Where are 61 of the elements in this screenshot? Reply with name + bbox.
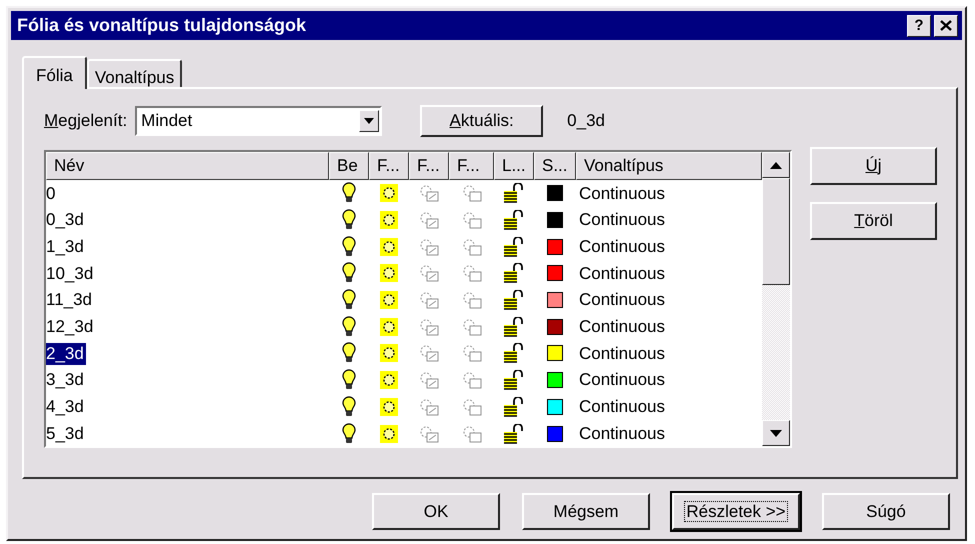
color-swatch[interactable] <box>547 345 563 362</box>
tab[interactable]: Fólia <box>22 56 87 89</box>
table-cell-text: 0_3d <box>46 209 85 232</box>
column-header[interactable]: Be <box>329 152 369 180</box>
table-cell-text: Continuous <box>578 262 666 285</box>
dialog-button[interactable]: OK <box>372 493 500 530</box>
color-swatch[interactable] <box>547 318 563 335</box>
color-swatch[interactable] <box>547 426 563 442</box>
scrollbar[interactable] <box>762 152 790 446</box>
dialog-button[interactable]: Mégsem <box>522 493 650 530</box>
close-icon <box>940 20 952 31</box>
table-cell-text: 0 <box>46 182 56 205</box>
arrow-down-icon <box>770 430 782 436</box>
color-swatch[interactable] <box>547 398 563 415</box>
color-swatch[interactable] <box>547 212 563 228</box>
color-swatch[interactable] <box>547 265 563 282</box>
arrow-up-icon <box>770 162 782 168</box>
current-button[interactable]: Aktuális: <box>420 105 544 137</box>
dialog-button[interactable]: Súgó <box>822 493 950 530</box>
color-swatch[interactable] <box>547 292 563 308</box>
table-cell-text: 12_3d <box>46 316 94 338</box>
help-button[interactable]: ? <box>907 14 931 36</box>
side-button[interactable]: Új <box>810 147 937 185</box>
side-button[interactable]: Töröl <box>810 202 937 240</box>
color-swatch[interactable] <box>547 372 563 388</box>
table-cell-text: 1_3d <box>46 236 85 258</box>
table-cell-text: Continuous <box>578 182 666 205</box>
table-cell-text: 2_3d <box>46 342 87 366</box>
scroll-thumb[interactable] <box>762 178 790 285</box>
column-header[interactable]: L... <box>494 152 534 180</box>
table-cell-text: 3_3d <box>46 369 85 392</box>
color-swatch[interactable] <box>547 185 563 202</box>
table-cell-text: 10_3d <box>46 262 94 285</box>
table-cell-text: 4_3d <box>46 396 85 418</box>
table-cell-text: 11_3d <box>46 289 94 312</box>
column-header[interactable]: F... <box>449 152 494 180</box>
table-cell-text: Continuous <box>578 236 666 258</box>
column-header[interactable]: F... <box>409 152 449 180</box>
table-cell-text: Continuous <box>578 422 666 445</box>
filter-label: Megjelenít: <box>44 110 128 132</box>
table-cell-text: 5_3d <box>46 422 85 445</box>
column-header[interactable]: S... <box>534 152 576 180</box>
table-cell-text: Continuous <box>578 342 666 365</box>
color-swatch[interactable] <box>547 238 563 255</box>
table-cell-text: Continuous <box>578 369 666 392</box>
current-layer-value: 0_3d <box>567 110 605 132</box>
column-header[interactable]: Vonaltípus <box>576 152 762 180</box>
table-cell-text: Continuous <box>578 396 666 418</box>
filter-dropdown[interactable]: Mindet <box>135 106 382 136</box>
tab[interactable]: Vonaltípus <box>86 59 182 87</box>
column-header[interactable]: Név <box>46 152 329 180</box>
table-cell-text: Continuous <box>578 209 666 232</box>
scroll-down-button[interactable] <box>762 420 790 446</box>
close-button[interactable] <box>934 14 958 36</box>
table-cell-text: Continuous <box>578 316 666 338</box>
window-title: Fólia és vonaltípus tulajdonságok <box>17 14 308 37</box>
column-header[interactable]: F... <box>369 152 409 180</box>
dialog-button[interactable]: Részletek >> <box>672 493 800 530</box>
scroll-up-button[interactable] <box>762 152 790 178</box>
layer-list[interactable] <box>44 150 792 448</box>
table-cell-text: Continuous <box>578 289 666 312</box>
